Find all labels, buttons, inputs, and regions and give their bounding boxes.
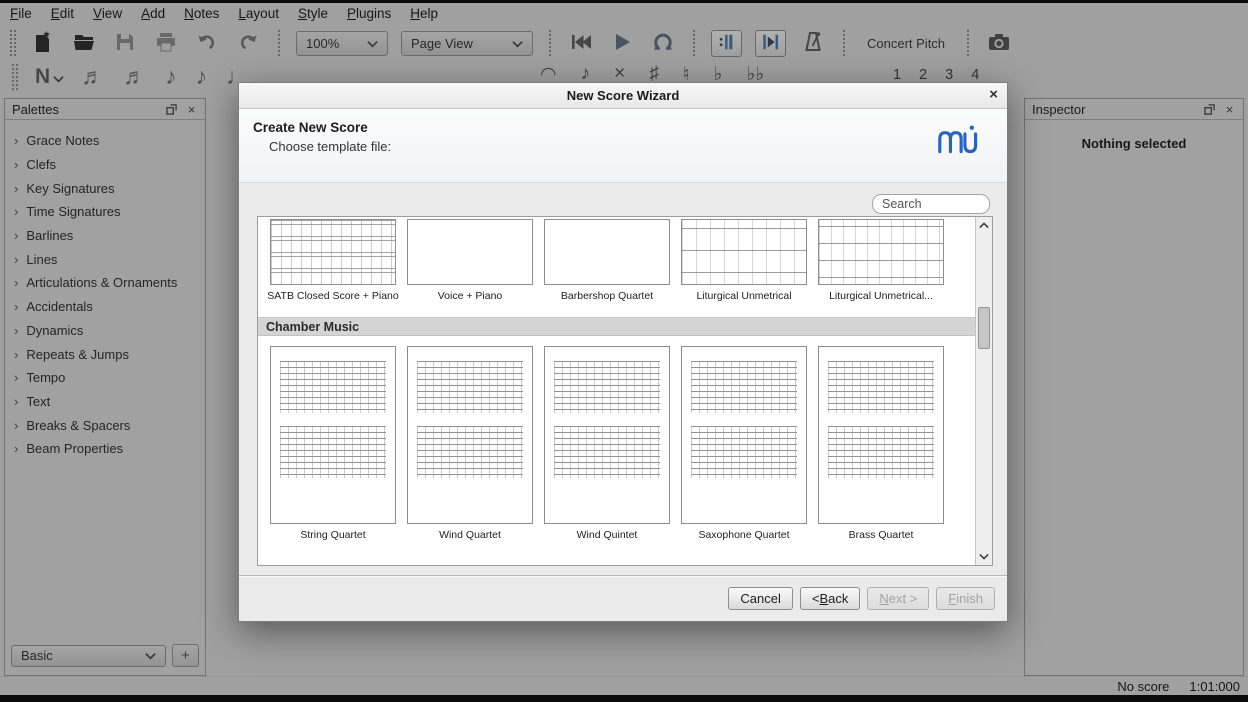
template-label: Saxophone Quartet — [698, 529, 789, 541]
vertical-scrollbar[interactable] — [975, 217, 992, 565]
finish-button[interactable]: Finish — [936, 587, 995, 610]
template-label: Wind Quartet — [439, 529, 501, 541]
back-button[interactable]: < Back — [800, 587, 861, 610]
template-thumbnail — [681, 219, 807, 285]
staff-system-preview — [280, 361, 386, 413]
template-thumbnail — [270, 346, 396, 524]
template-thumbnail — [544, 219, 670, 285]
template-label: Wind Quintet — [577, 529, 638, 541]
template-thumbnail — [818, 346, 944, 524]
template-label: Barbershop Quartet — [561, 290, 653, 302]
staff-system-preview — [417, 361, 523, 413]
template-thumbnail — [407, 346, 533, 524]
staff-system-preview — [691, 361, 797, 413]
staff-system-preview — [691, 426, 797, 478]
template-card[interactable]: SATB Closed Score + Piano — [270, 219, 396, 302]
staff-system-preview — [554, 426, 660, 478]
template-card[interactable]: String Quartet — [270, 346, 396, 541]
template-card[interactable]: Liturgical Unmetrical... — [818, 219, 944, 302]
template-card[interactable]: Wind Quintet — [544, 346, 670, 541]
template-card[interactable]: Wind Quartet — [407, 346, 533, 541]
template-thumbnail — [681, 346, 807, 524]
template-thumbnail — [407, 219, 533, 285]
scrollbar-thumb[interactable] — [978, 307, 990, 349]
template-thumbnail — [544, 346, 670, 524]
musescore-logo-icon — [936, 122, 980, 161]
dialog-close-button[interactable]: × — [989, 86, 998, 103]
template-card[interactable]: Voice + Piano — [407, 219, 533, 302]
template-row: String Quartet Wind Quartet — [258, 346, 975, 541]
cancel-button[interactable]: Cancel — [728, 587, 792, 610]
search-input[interactable] — [872, 194, 990, 214]
template-label: SATB Closed Score + Piano — [267, 290, 398, 302]
template-list: SATB Closed Score + Piano Voice + Piano — [257, 216, 993, 566]
template-thumbnail — [270, 219, 396, 285]
dialog-body: SATB Closed Score + Piano Voice + Piano — [239, 183, 1007, 575]
dialog-header: Create New Score Choose template file: — [239, 109, 1007, 183]
template-card[interactable]: Brass Quartet — [818, 346, 944, 541]
staff-system-preview — [280, 426, 386, 478]
template-card[interactable]: Liturgical Unmetrical — [681, 219, 807, 302]
staff-system-preview — [828, 361, 934, 413]
template-label: Liturgical Unmetrical — [696, 290, 791, 302]
template-section: Chamber Music String Quartet — [258, 317, 975, 541]
dialog-footer: Cancel < Back Next > Finish — [239, 575, 1007, 621]
template-label: Liturgical Unmetrical... — [829, 290, 933, 302]
new-score-wizard-dialog: New Score Wizard × Create New Score Choo… — [238, 82, 1008, 622]
template-label: Voice + Piano — [438, 290, 503, 302]
template-card[interactable]: Saxophone Quartet — [681, 346, 807, 541]
wizard-heading: Create New Score — [253, 120, 1007, 135]
close-icon: × — [989, 86, 998, 103]
template-sections: SATB Closed Score + Piano Voice + Piano — [258, 217, 975, 565]
template-label: Brass Quartet — [849, 529, 914, 541]
scroll-up-icon[interactable] — [976, 218, 992, 233]
dialog-titlebar[interactable]: New Score Wizard × — [239, 83, 1007, 109]
staff-system-preview — [828, 426, 934, 478]
template-section: SATB Closed Score + Piano Voice + Piano — [258, 219, 975, 302]
dialog-title: New Score Wizard — [239, 88, 1007, 103]
template-row: SATB Closed Score + Piano Voice + Piano — [258, 219, 975, 302]
next-button[interactable]: Next > — [867, 587, 929, 610]
staff-system-preview — [554, 361, 660, 413]
scroll-down-icon[interactable] — [976, 549, 992, 564]
template-thumbnail — [818, 219, 944, 285]
wizard-subheading: Choose template file: — [269, 139, 1007, 154]
staff-system-preview — [417, 426, 523, 478]
template-card[interactable]: Barbershop Quartet — [544, 219, 670, 302]
section-header: Chamber Music — [258, 317, 975, 336]
template-label: String Quartet — [300, 529, 365, 541]
